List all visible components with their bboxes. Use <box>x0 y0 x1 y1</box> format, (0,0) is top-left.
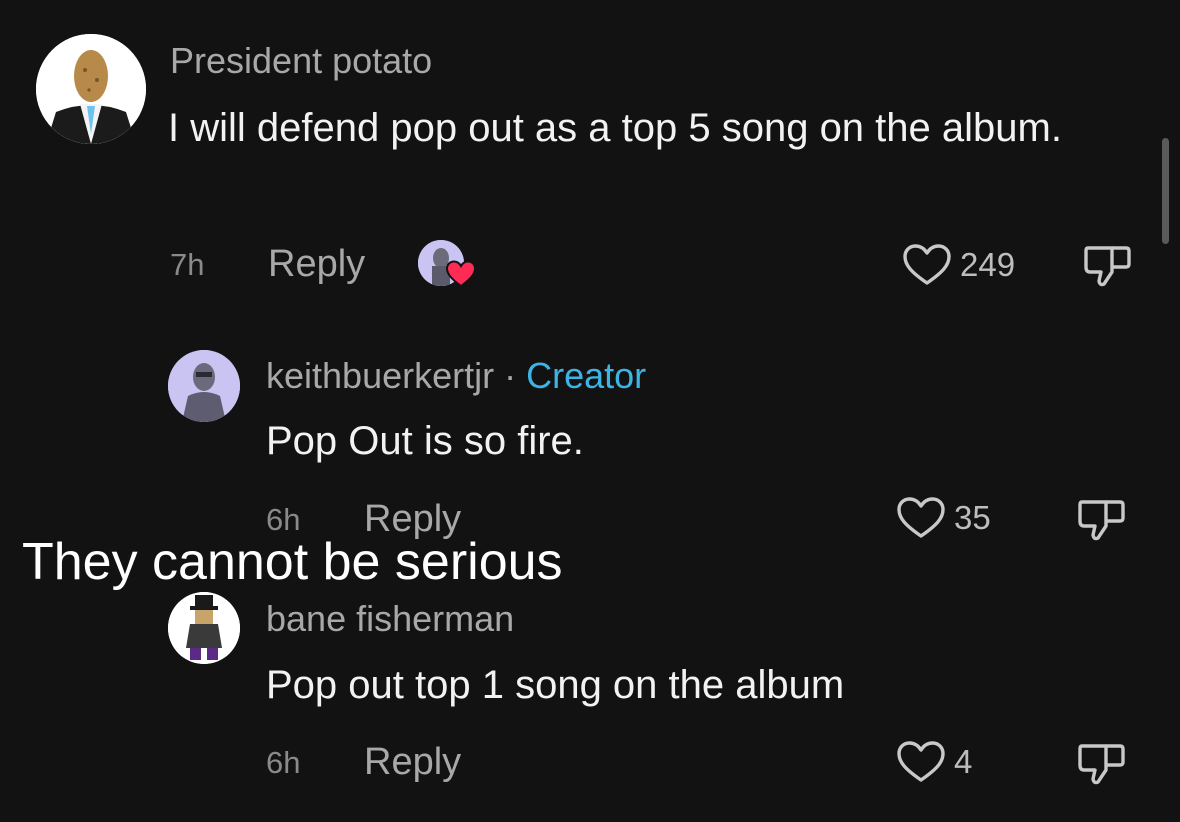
comment-text: Pop out top 1 song on the album <box>266 663 845 707</box>
like-count: 4 <box>954 743 973 780</box>
reply-button[interactable]: Reply <box>364 741 461 784</box>
thumbs-down-icon <box>1078 500 1125 541</box>
creator-liked-heart-icon <box>446 260 476 288</box>
like-count: 249 <box>960 246 1016 283</box>
reply-button[interactable]: Reply <box>268 243 365 286</box>
creator-badge: Creator <box>526 355 647 396</box>
avatar-keithbuerkertjr[interactable] <box>168 350 240 422</box>
comment-username[interactable]: keithbuerkertjr · Creator <box>266 355 646 397</box>
dislike-button[interactable] <box>1076 738 1128 793</box>
comment-timestamp: 7h <box>170 247 205 282</box>
comment-text: I will defend pop out as a top 5 song on… <box>168 106 1062 150</box>
avatar-president-potato[interactable] <box>36 34 146 144</box>
dislike-button[interactable] <box>1076 494 1128 549</box>
comment-text: Pop Out is so fire. <box>266 419 584 463</box>
heart-outline-icon <box>897 497 945 538</box>
dislike-button[interactable] <box>1082 240 1134 295</box>
overlay-caption: They cannot be serious <box>22 533 563 591</box>
comment-username[interactable]: President potato <box>170 40 432 82</box>
thumbs-down-icon <box>1084 246 1131 287</box>
comment-username[interactable]: bane fisherman <box>266 598 514 640</box>
avatar-bane-fisherman[interactable] <box>168 592 240 664</box>
like-button[interactable]: 35 <box>896 496 991 540</box>
comment-username-text[interactable]: keithbuerkertjr <box>266 355 494 396</box>
comment-timestamp: 6h <box>266 745 301 780</box>
creator-liked-badge <box>418 240 476 290</box>
like-button[interactable]: 4 <box>896 740 972 784</box>
creator-avatar-image <box>168 350 240 422</box>
thumbs-down-icon <box>1078 744 1125 785</box>
lego-figure-avatar-image <box>168 592 240 664</box>
heart-outline-icon <box>903 244 951 285</box>
potato-suit-avatar-icon <box>36 34 146 144</box>
heart-outline-icon <box>897 741 945 782</box>
like-count: 35 <box>954 499 991 536</box>
comments-screen: President potato I will defend pop out a… <box>0 0 1180 822</box>
scrollbar-thumb[interactable] <box>1162 138 1169 244</box>
username-separator: · <box>504 355 517 396</box>
like-button[interactable]: 249 <box>902 243 1015 287</box>
